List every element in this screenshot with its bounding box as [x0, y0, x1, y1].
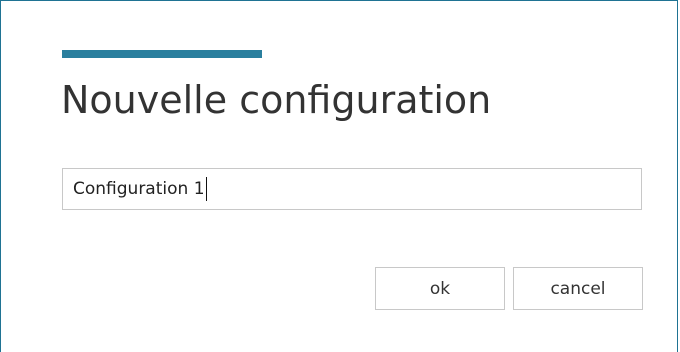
text-caret	[205, 177, 207, 201]
dialog-title: Nouvelle configuration	[61, 78, 492, 122]
new-configuration-dialog: Nouvelle configuration Configuration 1 o…	[0, 0, 678, 352]
configuration-name-input[interactable]: Configuration 1	[62, 168, 642, 210]
configuration-name-value: Configuration 1	[73, 179, 205, 199]
cancel-button[interactable]: cancel	[513, 267, 643, 310]
ok-button-label: ok	[429, 278, 451, 299]
ok-button[interactable]: ok	[375, 267, 505, 310]
cancel-button-label: cancel	[550, 278, 606, 299]
title-accent-bar	[62, 50, 262, 58]
